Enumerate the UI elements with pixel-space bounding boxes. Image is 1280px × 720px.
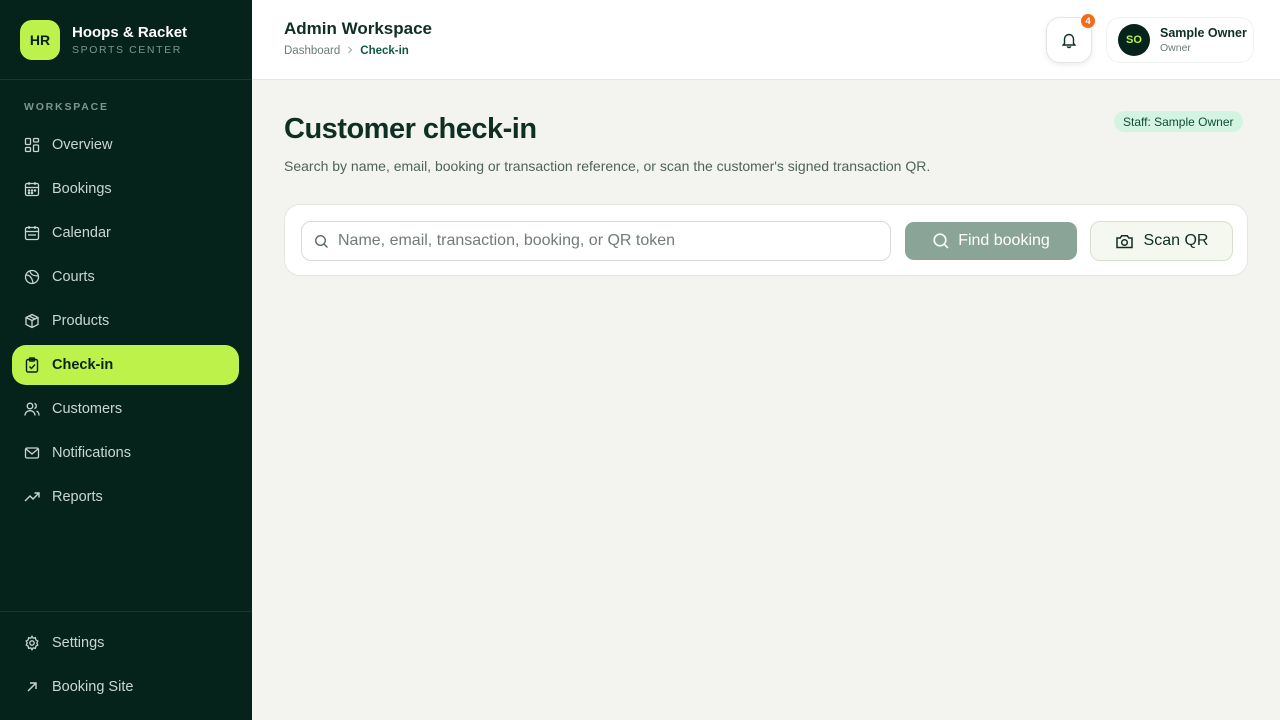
ball-icon bbox=[24, 269, 40, 285]
sidebar: HR Hoops & Racket SPORTS CENTER WORKSPAC… bbox=[0, 0, 252, 720]
section-label: WORKSPACE bbox=[24, 101, 109, 113]
page-subtitle: Search by name, email, booking or transa… bbox=[284, 158, 931, 174]
mail-icon bbox=[24, 445, 40, 461]
sidebar-item-overview[interactable]: Overview bbox=[12, 125, 239, 165]
search-input[interactable] bbox=[338, 232, 878, 250]
sidebar-item-products[interactable]: Products bbox=[12, 301, 239, 341]
user-name: Sample Owner bbox=[1160, 26, 1247, 40]
sidebar-item-calendar[interactable]: Calendar bbox=[12, 213, 239, 253]
search-icon bbox=[932, 232, 950, 250]
find-booking-button[interactable]: Find booking bbox=[905, 222, 1077, 260]
trend-icon bbox=[24, 489, 40, 505]
notification-count-badge: 4 bbox=[1080, 13, 1096, 29]
sidebar-item-label: Calendar bbox=[52, 225, 111, 241]
avatar: SO bbox=[1118, 24, 1150, 56]
find-booking-label: Find booking bbox=[958, 232, 1050, 249]
staff-badge: Staff: Sample Owner bbox=[1114, 111, 1243, 132]
sidebar-item-reports[interactable]: Reports bbox=[12, 477, 239, 517]
users-icon bbox=[24, 401, 40, 417]
brand-subtitle: SPORTS CENTER bbox=[72, 43, 182, 56]
box-icon bbox=[24, 313, 40, 329]
sidebar-item-bookings[interactable]: Bookings bbox=[12, 169, 239, 209]
sidebar-item-label: Check-in bbox=[52, 357, 114, 373]
sidebar-item-label: Overview bbox=[52, 137, 113, 153]
sidebar-item-label: Customers bbox=[52, 401, 123, 417]
calendar-icon bbox=[24, 225, 40, 241]
sidebar-item-notifications[interactable]: Notifications bbox=[12, 433, 239, 473]
scan-qr-button[interactable]: Scan QR bbox=[1090, 221, 1233, 261]
sidebar-item-label: Settings bbox=[52, 635, 105, 651]
bell-icon bbox=[1060, 31, 1078, 49]
camera-icon bbox=[1115, 233, 1134, 250]
scan-qr-label: Scan QR bbox=[1143, 232, 1209, 249]
external-arrow-icon bbox=[24, 679, 40, 695]
grid-icon bbox=[24, 137, 40, 153]
sidebar-nav: Overview Bookings Calendar Courts Produc… bbox=[12, 125, 239, 521]
top-bar: Admin Workspace Dashboard Check-in 4 SO … bbox=[252, 0, 1280, 80]
breadcrumb: Dashboard Check-in bbox=[284, 45, 409, 57]
chevron-right-icon bbox=[346, 45, 354, 57]
breadcrumb-dashboard[interactable]: Dashboard bbox=[284, 45, 340, 57]
clipboard-check-icon bbox=[24, 357, 40, 373]
sidebar-item-label: Products bbox=[52, 313, 110, 329]
gear-icon bbox=[24, 635, 40, 651]
calendar-icon bbox=[24, 181, 40, 197]
brand: HR Hoops & Racket SPORTS CENTER bbox=[0, 0, 252, 80]
page-title: Customer check-in bbox=[284, 113, 537, 145]
sidebar-item-label: Reports bbox=[52, 489, 103, 505]
sidebar-item-customers[interactable]: Customers bbox=[12, 389, 239, 429]
check-in-search-card: Find booking Scan QR bbox=[284, 204, 1248, 276]
sidebar-item-courts[interactable]: Courts bbox=[12, 257, 239, 297]
user-menu[interactable]: SO Sample Owner Owner bbox=[1106, 17, 1254, 63]
sidebar-item-settings[interactable]: Settings bbox=[12, 623, 240, 663]
breadcrumb-check-in: Check-in bbox=[360, 45, 409, 57]
search-icon bbox=[314, 234, 329, 249]
sidebar-item-booking-site[interactable]: Booking Site bbox=[12, 667, 240, 707]
brand-name: Hoops & Racket bbox=[72, 23, 188, 41]
sidebar-item-label: Notifications bbox=[52, 445, 131, 461]
workspace-title: Admin Workspace bbox=[284, 19, 433, 38]
sidebar-item-label: Bookings bbox=[52, 181, 112, 197]
brand-logo[interactable]: HR bbox=[20, 19, 60, 60]
sidebar-item-label: Booking Site bbox=[52, 679, 134, 695]
sidebar-item-label: Courts bbox=[52, 269, 95, 285]
sidebar-footer: Settings Booking Site bbox=[0, 611, 252, 711]
sidebar-item-check-in[interactable]: Check-in bbox=[12, 345, 239, 385]
search-field[interactable] bbox=[301, 221, 891, 261]
user-role: Owner bbox=[1160, 42, 1191, 54]
